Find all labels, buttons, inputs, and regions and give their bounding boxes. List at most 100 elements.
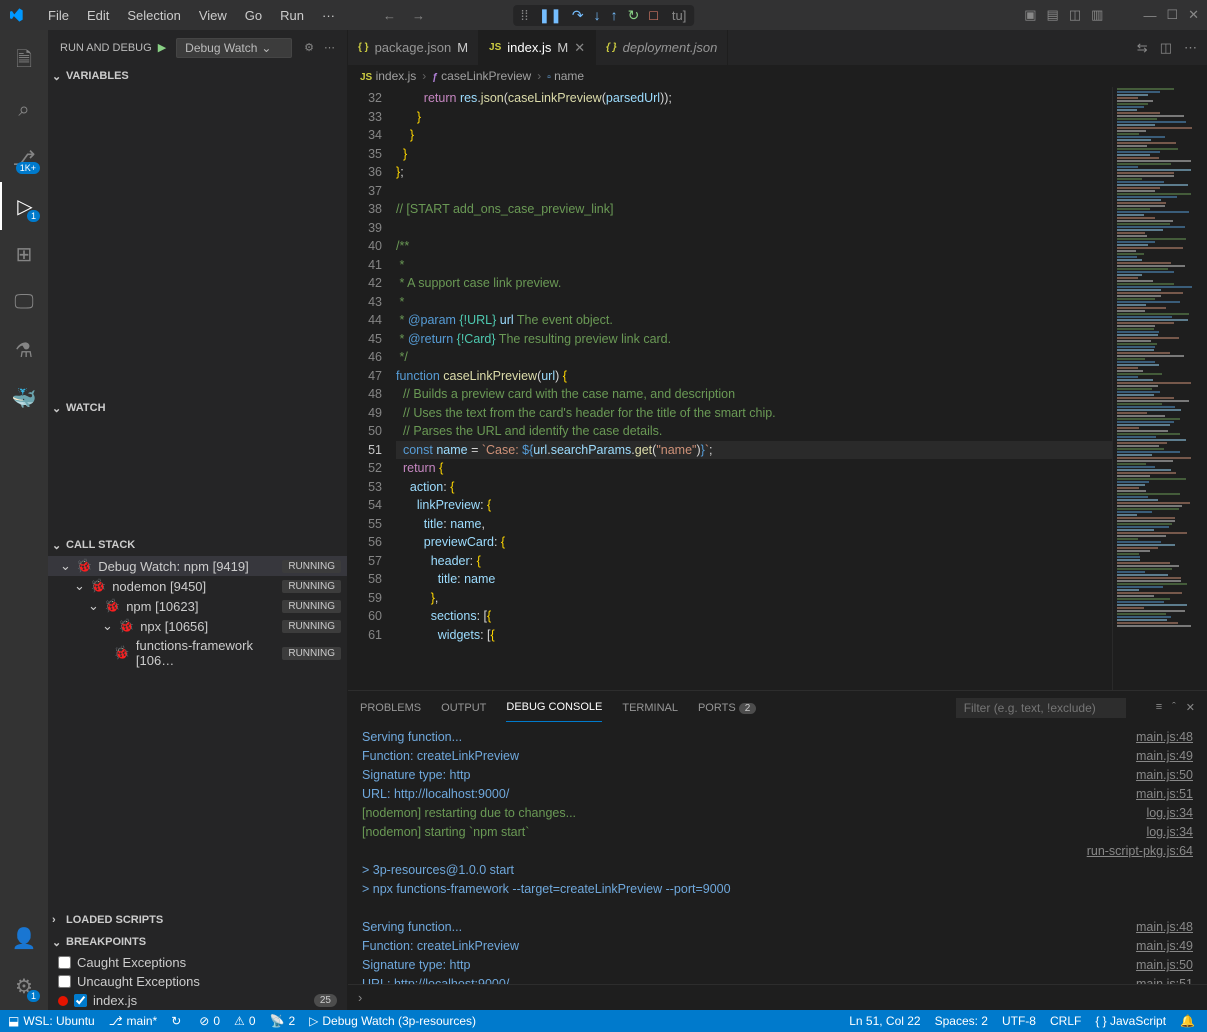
console-source-link[interactable]: main.js:49	[1136, 937, 1193, 956]
window-minimize-icon[interactable]: —	[1143, 8, 1156, 23]
code-editor[interactable]: 3233343536373839404142434445464748495051…	[348, 87, 1207, 690]
breakpoint-checkbox[interactable]	[58, 975, 71, 988]
section-loaded-scripts[interactable]: › LOADED SCRIPTS	[48, 909, 347, 931]
code-content[interactable]: return res.json(caseLinkPreview(parsedUr…	[396, 87, 1112, 690]
beaker-icon[interactable]: ⚗	[0, 326, 48, 374]
gear-icon[interactable]: ⚙	[304, 41, 314, 54]
start-debug-icon[interactable]: ▶	[158, 41, 166, 54]
menu-view[interactable]: View	[191, 4, 235, 27]
breakpoint-checkbox[interactable]	[58, 956, 71, 969]
command-center[interactable]: ⁞⁞ ❚❚ ↷ ↓ ↑ ↻ □ tu]	[513, 5, 695, 26]
remote-icon[interactable]: 🖵	[0, 278, 48, 326]
section-callstack[interactable]: ⌄ CALL STACK	[48, 534, 347, 556]
git-icon[interactable]: ⎇1K+	[0, 134, 48, 182]
callstack-row[interactable]: 🐞functions-framework [106…RUNNING	[48, 636, 347, 670]
panel-tab-debug-console[interactable]: DEBUG CONSOLE	[506, 693, 602, 722]
more-icon[interactable]: ⋯	[1184, 40, 1197, 56]
console-source-link[interactable]: main.js:48	[1136, 728, 1193, 747]
console-source-link[interactable]: main.js:51	[1136, 975, 1193, 984]
panel-tab-problems[interactable]: PROBLEMS	[360, 694, 421, 722]
breadcrumb-item[interactable]: ƒ caseLinkPreview	[432, 69, 531, 83]
console-source-link[interactable]: main.js:51	[1136, 785, 1193, 804]
status-debug[interactable]: ▷Debug Watch (3p-resources)	[309, 1014, 476, 1028]
layout-icon-3[interactable]: ◫	[1069, 7, 1081, 23]
search-icon[interactable]: ⌕	[0, 86, 48, 134]
breakpoint-row[interactable]: Uncaught Exceptions	[48, 972, 347, 991]
debug-step-over-icon[interactable]: ↷	[572, 7, 584, 24]
menu-file[interactable]: File	[40, 4, 77, 27]
window-close-icon[interactable]: ✕	[1188, 7, 1199, 23]
extensions-icon[interactable]: ⊞	[0, 230, 48, 278]
callstack-row[interactable]: ⌄🐞npm [10623]RUNNING	[48, 596, 347, 616]
console-source-link[interactable]: main.js:50	[1136, 766, 1193, 785]
debug-config-select[interactable]: Debug Watch ⌄	[176, 38, 292, 58]
console-source-link[interactable]: main.js:50	[1136, 956, 1193, 975]
status-item[interactable]: { } JavaScript	[1095, 1014, 1166, 1028]
account-icon[interactable]: 👤	[0, 914, 48, 962]
layout-icon-2[interactable]: ▤	[1047, 7, 1059, 23]
tab-deployment.json[interactable]: { }deployment.json	[596, 30, 728, 65]
section-breakpoints[interactable]: ⌄ BREAKPOINTS	[48, 931, 347, 953]
debug-drag-icon[interactable]: ⁞⁞	[521, 7, 529, 23]
status-warning[interactable]: ⚠0	[234, 1014, 255, 1028]
nav-back-icon[interactable]: ←	[383, 8, 396, 23]
status-sync[interactable]: ↻	[171, 1014, 185, 1028]
console-source-link[interactable]: run-script-pkg.js:64	[1087, 842, 1193, 861]
status-remote[interactable]: ⬓WSL: Ubuntu	[8, 1014, 95, 1028]
status-branch[interactable]: ⎇main*	[109, 1014, 158, 1028]
status-item[interactable]: UTF-8	[1002, 1014, 1036, 1028]
console-source-link[interactable]: log.js:34	[1146, 823, 1193, 842]
breadcrumb-item[interactable]: ▫ name	[547, 69, 584, 83]
layout-icon-1[interactable]: ▣	[1024, 7, 1036, 23]
status-item[interactable]: Spaces: 2	[935, 1014, 988, 1028]
status-ports[interactable]: 📡2	[270, 1014, 296, 1028]
breadcrumb[interactable]: JS index.js›ƒ caseLinkPreview›▫ name	[348, 65, 1207, 87]
status-item[interactable]: 🔔	[1180, 1014, 1199, 1028]
breadcrumb-item[interactable]: JS index.js	[360, 69, 416, 83]
status-item[interactable]: CRLF	[1050, 1014, 1081, 1028]
status-error[interactable]: ⊘0	[199, 1014, 220, 1028]
files-icon[interactable]: 🗎	[0, 38, 48, 86]
menu-selection[interactable]: Selection	[119, 4, 188, 27]
nav-forward-icon[interactable]: →	[412, 8, 425, 23]
debug-step-into-icon[interactable]: ↓	[594, 7, 601, 23]
close-icon[interactable]: ✕	[574, 40, 585, 56]
section-watch[interactable]: ⌄ WATCH	[48, 397, 347, 419]
debug-console-output[interactable]: Serving function...main.js:48Function: c…	[348, 724, 1207, 984]
menu-edit[interactable]: Edit	[79, 4, 117, 27]
debug-console-filter[interactable]	[956, 698, 1126, 718]
console-source-link[interactable]: log.js:34	[1146, 804, 1193, 823]
panel-tab-ports[interactable]: PORTS 2	[698, 694, 756, 722]
tab-index.js[interactable]: JSindex.js M ✕	[479, 30, 596, 65]
section-variables[interactable]: ⌄ VARIABLES	[48, 65, 347, 87]
debug-stop-icon[interactable]: □	[649, 7, 657, 23]
callstack-row[interactable]: ⌄🐞npx [10656]RUNNING	[48, 616, 347, 636]
callstack-row[interactable]: ⌄🐞Debug Watch: npm [9419]RUNNING	[48, 556, 347, 576]
debug-step-out-icon[interactable]: ↑	[611, 7, 618, 23]
debug-icon[interactable]: ▷1	[0, 182, 48, 230]
panel-close-icon[interactable]: ✕	[1186, 701, 1195, 714]
breakpoint-row[interactable]: index.js25	[48, 991, 347, 1010]
filter-settings-icon[interactable]: ≡	[1156, 701, 1162, 714]
menu-go[interactable]: Go	[237, 4, 270, 27]
debug-pause-icon[interactable]: ❚❚	[538, 7, 561, 24]
window-maximize-icon[interactable]: ☐	[1166, 7, 1178, 23]
gear-icon[interactable]: ⚙1	[0, 962, 48, 1010]
minimap[interactable]	[1112, 87, 1207, 690]
layout-icon-4[interactable]: ▥	[1091, 7, 1103, 23]
debug-console-input[interactable]: ›	[348, 984, 1207, 1010]
console-source-link[interactable]: main.js:48	[1136, 918, 1193, 937]
split-icon[interactable]: ◫	[1160, 40, 1172, 56]
console-source-link[interactable]: main.js:49	[1136, 747, 1193, 766]
docker-icon[interactable]: 🐳	[0, 374, 48, 422]
compare-icon[interactable]: ⇆	[1137, 40, 1148, 56]
breakpoint-checkbox[interactable]	[74, 994, 87, 1007]
tab-package.json[interactable]: { }package.json M	[348, 30, 479, 65]
status-item[interactable]: Ln 51, Col 22	[849, 1014, 920, 1028]
debug-restart-icon[interactable]: ↻	[628, 7, 640, 24]
panel-tab-output[interactable]: OUTPUT	[441, 694, 486, 722]
breakpoint-row[interactable]: Caught Exceptions	[48, 953, 347, 972]
more-icon[interactable]: ⋯	[324, 41, 335, 54]
menu-···[interactable]: ···	[314, 4, 343, 27]
menu-run[interactable]: Run	[272, 4, 312, 27]
